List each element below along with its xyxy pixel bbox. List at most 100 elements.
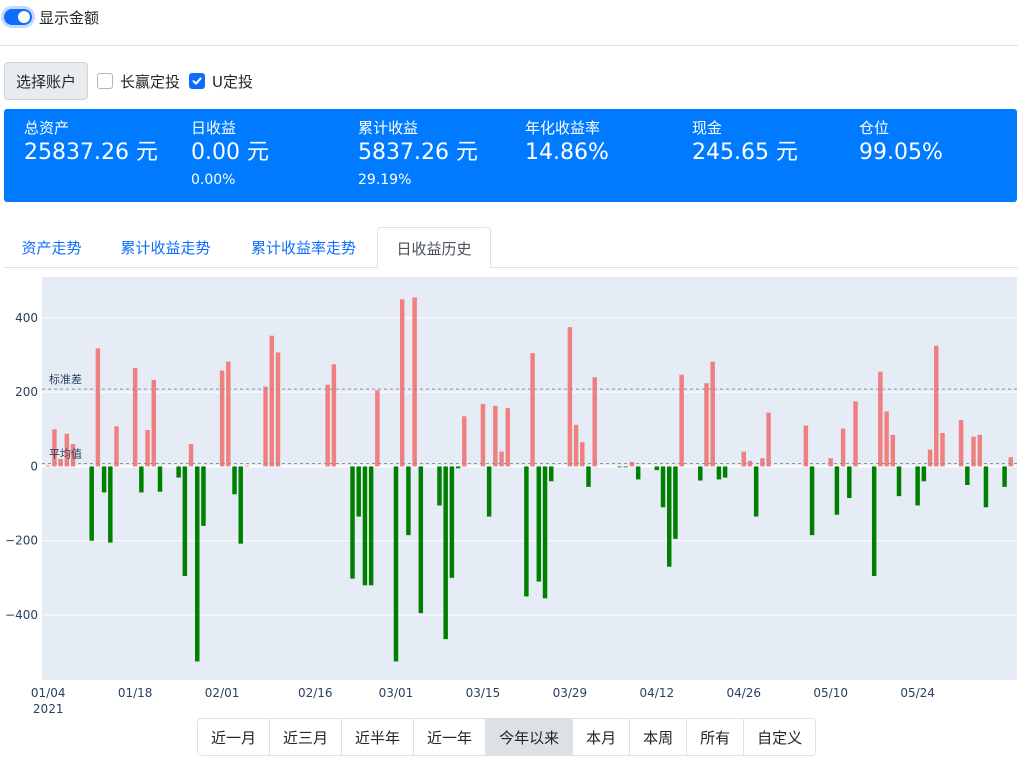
bar[interactable] (325, 384, 330, 467)
bar[interactable] (201, 466, 206, 526)
bar[interactable] (232, 466, 237, 495)
bar[interactable] (958, 420, 964, 467)
bar[interactable] (412, 297, 417, 467)
bar[interactable] (182, 466, 188, 576)
bar[interactable] (660, 466, 666, 508)
bar[interactable] (704, 383, 709, 467)
account-checkbox-changying[interactable] (97, 73, 114, 89)
bar[interactable] (493, 405, 498, 467)
bar[interactable] (406, 466, 411, 536)
range-button-0[interactable]: 近一月 (198, 719, 270, 755)
bar[interactable] (567, 327, 573, 467)
bar[interactable] (505, 408, 510, 467)
bar[interactable] (666, 466, 672, 567)
bar[interactable] (114, 426, 119, 467)
bar[interactable] (679, 374, 684, 467)
bar[interactable] (269, 335, 275, 467)
bar[interactable] (654, 466, 660, 471)
bar[interactable] (275, 352, 281, 467)
show-amount-switch[interactable] (4, 9, 32, 25)
bar[interactable] (139, 466, 144, 493)
bar[interactable] (455, 466, 461, 469)
bar[interactable] (871, 466, 877, 576)
bar[interactable] (710, 361, 715, 467)
bar[interactable] (635, 466, 641, 480)
bar[interactable] (45, 465, 51, 467)
range-button-7[interactable]: 所有 (686, 719, 744, 755)
bar[interactable] (486, 466, 492, 517)
bar[interactable] (449, 466, 455, 578)
tab-daily-return-history[interactable]: 日收益历史 (377, 227, 491, 269)
bar[interactable] (226, 361, 231, 467)
bar[interactable] (499, 451, 504, 467)
tab-asset-trend[interactable]: 资产走势 (4, 227, 99, 268)
bar[interactable] (753, 466, 759, 517)
bar[interactable] (350, 466, 355, 579)
bar[interactable] (443, 466, 448, 640)
bar[interactable] (623, 466, 628, 468)
bar[interactable] (480, 404, 486, 467)
bar[interactable] (977, 434, 982, 467)
bar[interactable] (101, 466, 107, 493)
bar[interactable] (542, 466, 548, 599)
account-label-u[interactable]: U定投 (212, 71, 253, 92)
bar[interactable] (524, 466, 529, 597)
bar[interactable] (89, 466, 94, 541)
range-button-8[interactable]: 自定义 (743, 719, 816, 755)
bar[interactable] (95, 348, 101, 467)
bar[interactable] (195, 466, 200, 662)
bar[interactable] (244, 465, 250, 467)
bar[interactable] (549, 466, 554, 482)
tab-cumulative-return-rate-trend[interactable]: 累计收益率走势 (235, 227, 372, 268)
bar[interactable] (132, 368, 138, 467)
bar[interactable] (586, 466, 591, 487)
bar[interactable] (965, 466, 970, 485)
bar[interactable] (368, 466, 374, 586)
bar[interactable] (760, 458, 765, 467)
bar[interactable] (462, 416, 467, 467)
bar[interactable] (896, 466, 902, 497)
bar[interactable] (809, 466, 815, 536)
bar[interactable] (592, 377, 597, 467)
bar[interactable] (828, 458, 833, 467)
bar[interactable] (238, 466, 243, 544)
bar[interactable] (530, 353, 535, 467)
bar[interactable] (573, 424, 579, 467)
bar[interactable] (840, 428, 846, 467)
range-button-3[interactable]: 近一年 (413, 719, 486, 755)
bar[interactable] (437, 466, 442, 506)
bar[interactable] (766, 412, 771, 467)
range-button-6[interactable]: 本周 (629, 719, 687, 755)
bar[interactable] (940, 433, 945, 467)
bar[interactable] (884, 411, 889, 467)
bar[interactable] (375, 390, 380, 467)
bar[interactable] (698, 466, 703, 481)
bar[interactable] (629, 461, 635, 467)
bar[interactable] (151, 379, 157, 467)
bar[interactable] (399, 299, 405, 467)
bar[interactable] (536, 466, 542, 582)
bar[interactable] (580, 442, 585, 467)
bar[interactable] (971, 436, 976, 467)
account-checkbox-u[interactable] (189, 73, 206, 89)
tab-cumulative-return-trend[interactable]: 累计收益走势 (105, 227, 226, 268)
bar[interactable] (362, 466, 368, 586)
bar[interactable] (356, 466, 361, 517)
bar[interactable] (418, 466, 424, 614)
bar[interactable] (934, 345, 939, 467)
select-account-button[interactable]: 选择账户 (4, 62, 89, 100)
bar[interactable] (617, 466, 622, 468)
bar[interactable] (673, 466, 678, 539)
bar[interactable] (263, 386, 268, 467)
bar[interactable] (393, 466, 399, 662)
account-label-changying[interactable]: 长赢定投 (120, 71, 180, 92)
bar[interactable] (157, 466, 163, 492)
bar[interactable] (983, 466, 989, 508)
range-button-1[interactable]: 近三月 (269, 719, 342, 755)
bar[interactable] (1008, 457, 1014, 467)
bar[interactable] (108, 466, 113, 543)
bar[interactable] (331, 364, 337, 467)
bar[interactable] (853, 401, 858, 467)
bar[interactable] (1002, 466, 1007, 487)
bar[interactable] (834, 466, 840, 515)
